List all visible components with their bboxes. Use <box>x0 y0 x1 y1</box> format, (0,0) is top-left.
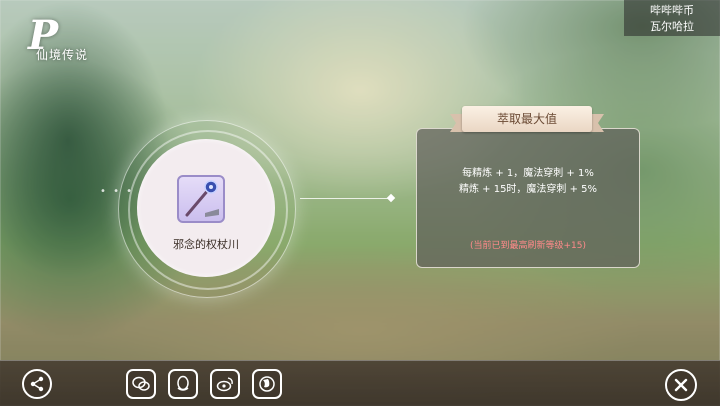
logo-text: 仙境传说 <box>36 48 89 62</box>
share-icon <box>30 376 44 392</box>
close-button[interactable] <box>665 369 697 401</box>
staff-icon <box>185 180 219 217</box>
share-button[interactable] <box>22 369 52 399</box>
desc-line-1: 每精炼 + 1，魔法穿刺 + 1% <box>462 168 594 179</box>
globe-share-button[interactable] <box>252 369 282 399</box>
close-icon <box>674 378 688 392</box>
wechat-icon <box>132 376 150 391</box>
qq-share-button[interactable] <box>168 369 198 399</box>
panel-note: (当前已到最高刷新等级+15) <box>469 241 587 251</box>
panel-title: 萃取最大值 <box>496 112 557 126</box>
item-name-label: 邪念的权杖川 <box>173 238 239 251</box>
globe-icon <box>259 376 275 392</box>
game-logo: P 仙境传说 <box>22 12 94 70</box>
wechat-share-button[interactable] <box>126 369 156 399</box>
qq-icon <box>177 375 189 391</box>
panel-description: 每精炼 + 1，魔法穿刺 + 1% 精炼 + 15时，魔法穿刺 + 5% <box>416 166 640 198</box>
weibo-share-button[interactable] <box>210 369 240 399</box>
connector-line <box>300 198 390 199</box>
bottom-toolbar <box>0 360 720 406</box>
server-info: 哔哔哔币 瓦尔哈拉 <box>624 0 720 36</box>
panel-title-ribbon: 萃取最大值 <box>450 106 604 134</box>
server-name-label: 瓦尔哈拉 <box>650 20 694 33</box>
server-currency-label: 哔哔哔币 <box>650 4 694 17</box>
item-icon-slot[interactable] <box>177 175 225 223</box>
desc-line-2: 精炼 + 15时，魔法穿刺 + 5% <box>458 184 598 195</box>
weibo-icon <box>216 377 233 392</box>
